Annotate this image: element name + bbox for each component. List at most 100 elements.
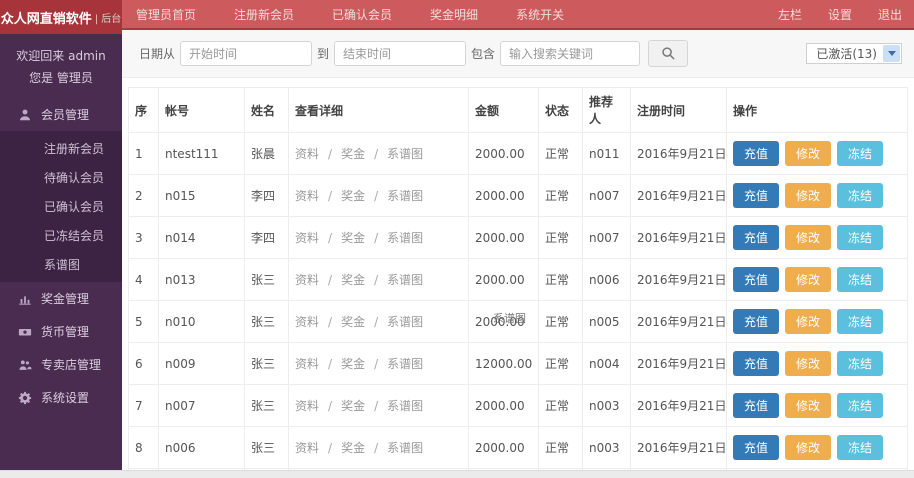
topnav-right-item-2[interactable]: 设置: [828, 6, 852, 23]
cell-amount: 2000.00: [469, 217, 539, 259]
sidebar-item-3[interactable]: 货币管理: [0, 315, 122, 348]
freeze-button[interactable]: 冻结: [837, 141, 883, 166]
detail-link-3[interactable]: 系谱图: [387, 147, 423, 161]
table-row: 4n013张三资料/奖金/系谱图2000.00正常n0062016年9月21日充…: [129, 259, 908, 301]
filter-bar: 日期从 到 包含 已激活(13): [122, 30, 914, 78]
topnav-item-2[interactable]: 注册新会员: [234, 6, 294, 23]
modify-button[interactable]: 修改: [785, 351, 831, 376]
cell-referrer: n005: [583, 301, 631, 343]
cell-name: 张三: [245, 427, 289, 469]
cell-detail: 资料/奖金/系谱图: [289, 175, 469, 217]
sidebar-item-2[interactable]: 奖金管理: [0, 282, 122, 315]
recharge-button[interactable]: 充值: [733, 435, 779, 460]
detail-link-1[interactable]: 资料: [295, 231, 319, 245]
detail-link-1[interactable]: 资料: [295, 273, 319, 287]
recharge-button[interactable]: 充值: [733, 309, 779, 334]
submenu-item-3[interactable]: 已确认会员: [0, 192, 122, 221]
freeze-button[interactable]: 冻结: [837, 393, 883, 418]
sidebar-item-1[interactable]: 会员管理: [0, 98, 122, 131]
topnav-item-5[interactable]: 系统开关: [516, 6, 564, 23]
cell-detail: 资料/奖金/系谱图: [289, 385, 469, 427]
cell-index: 5: [129, 301, 159, 343]
recharge-button[interactable]: 充值: [733, 183, 779, 208]
cell-amount: 2000.00: [469, 427, 539, 469]
column-header-1: 序: [129, 88, 159, 133]
freeze-button[interactable]: 冻结: [837, 267, 883, 292]
modify-button[interactable]: 修改: [785, 225, 831, 250]
freeze-button[interactable]: 冻结: [837, 435, 883, 460]
top-nav-right: 左栏 设置 退出: [778, 0, 902, 28]
cell-referrer: n011: [583, 133, 631, 175]
recharge-button[interactable]: 充值: [733, 141, 779, 166]
detail-link-1[interactable]: 资料: [295, 189, 319, 203]
detail-link-2[interactable]: 奖金: [341, 315, 365, 329]
detail-link-2[interactable]: 奖金: [341, 189, 365, 203]
detail-link-1[interactable]: 资料: [295, 315, 319, 329]
detail-link-2[interactable]: 奖金: [341, 231, 365, 245]
freeze-button[interactable]: 冻结: [837, 309, 883, 334]
keyword-input[interactable]: [500, 41, 640, 66]
modify-button[interactable]: 修改: [785, 309, 831, 334]
cell-reg-date: 2016年9月21日: [631, 385, 727, 427]
detail-link-3[interactable]: 系谱图: [387, 357, 423, 371]
modify-button[interactable]: 修改: [785, 393, 831, 418]
detail-link-3[interactable]: 系谱图: [387, 399, 423, 413]
sidebar-item-label: 系统设置: [41, 389, 89, 406]
column-header-2: 帐号: [159, 88, 245, 133]
cell-account: n007: [159, 385, 245, 427]
recharge-button[interactable]: 充值: [733, 267, 779, 292]
freeze-button[interactable]: 冻结: [837, 351, 883, 376]
gear-icon: [18, 391, 32, 405]
topnav-item-3[interactable]: 已确认会员: [332, 6, 392, 23]
freeze-button[interactable]: 冻结: [837, 183, 883, 208]
modify-button[interactable]: 修改: [785, 141, 831, 166]
recharge-button[interactable]: 充值: [733, 225, 779, 250]
sidebar-menu: 会员管理注册新会员待确认会员已确认会员已冻结会员系谱图奖金管理货币管理专卖店管理…: [0, 98, 122, 414]
detail-link-2[interactable]: 奖金: [341, 441, 365, 455]
recharge-button[interactable]: 充值: [733, 393, 779, 418]
recharge-button[interactable]: 充值: [733, 351, 779, 376]
submenu-item-5[interactable]: 系谱图: [0, 250, 122, 279]
cell-detail: 资料/奖金/系谱图: [289, 427, 469, 469]
detail-link-3[interactable]: 系谱图: [387, 315, 423, 329]
detail-link-1[interactable]: 资料: [295, 357, 319, 371]
app-title: 众人网直销软件: [1, 8, 92, 27]
members-table: 序帐号姓名查看详细金额状态推荐人注册时间操作 1ntest111张晨资料/奖金/…: [128, 87, 908, 478]
sidebar-item-4[interactable]: 专卖店管理: [0, 348, 122, 381]
submenu-item-1[interactable]: 注册新会员: [0, 134, 122, 163]
detail-link-1[interactable]: 资料: [295, 147, 319, 161]
cell-actions: 充值修改冻结: [727, 259, 908, 301]
detail-link-3[interactable]: 系谱图: [387, 441, 423, 455]
detail-link-1[interactable]: 资料: [295, 441, 319, 455]
detail-link-1[interactable]: 资料: [295, 399, 319, 413]
modify-button[interactable]: 修改: [785, 267, 831, 292]
modify-button[interactable]: 修改: [785, 435, 831, 460]
topnav-item-1[interactable]: 管理员首页: [136, 6, 196, 23]
cell-name: 张三: [245, 259, 289, 301]
start-date-input[interactable]: [180, 41, 312, 66]
header-row: 序帐号姓名查看详细金额状态推荐人注册时间操作: [129, 88, 908, 133]
detail-separator: /: [328, 315, 332, 329]
detail-link-2[interactable]: 奖金: [341, 399, 365, 413]
modify-button[interactable]: 修改: [785, 183, 831, 208]
detail-link-3[interactable]: 系谱图: [387, 273, 423, 287]
submenu-item-4[interactable]: 已冻结会员: [0, 221, 122, 250]
topnav-item-4[interactable]: 奖金明细: [430, 6, 478, 23]
app-logo: 众人网直销软件 | 后台: [0, 0, 122, 34]
app-subtitle: | 后台: [95, 10, 122, 25]
detail-link-2[interactable]: 奖金: [341, 147, 365, 161]
status-filter-select[interactable]: 已激活(13): [806, 43, 902, 64]
topnav-right-item-1[interactable]: 左栏: [778, 6, 802, 23]
detail-separator: /: [328, 231, 332, 245]
end-date-input[interactable]: [334, 41, 466, 66]
search-button[interactable]: [648, 40, 688, 67]
submenu-item-2[interactable]: 待确认会员: [0, 163, 122, 192]
detail-link-3[interactable]: 系谱图: [387, 231, 423, 245]
freeze-button[interactable]: 冻结: [837, 225, 883, 250]
topnav-right-item-3[interactable]: 退出: [878, 6, 902, 23]
sidebar-item-5[interactable]: 系统设置: [0, 381, 122, 414]
detail-link-2[interactable]: 奖金: [341, 357, 365, 371]
cell-status: 正常: [539, 301, 583, 343]
detail-link-2[interactable]: 奖金: [341, 273, 365, 287]
detail-link-3[interactable]: 系谱图: [387, 189, 423, 203]
